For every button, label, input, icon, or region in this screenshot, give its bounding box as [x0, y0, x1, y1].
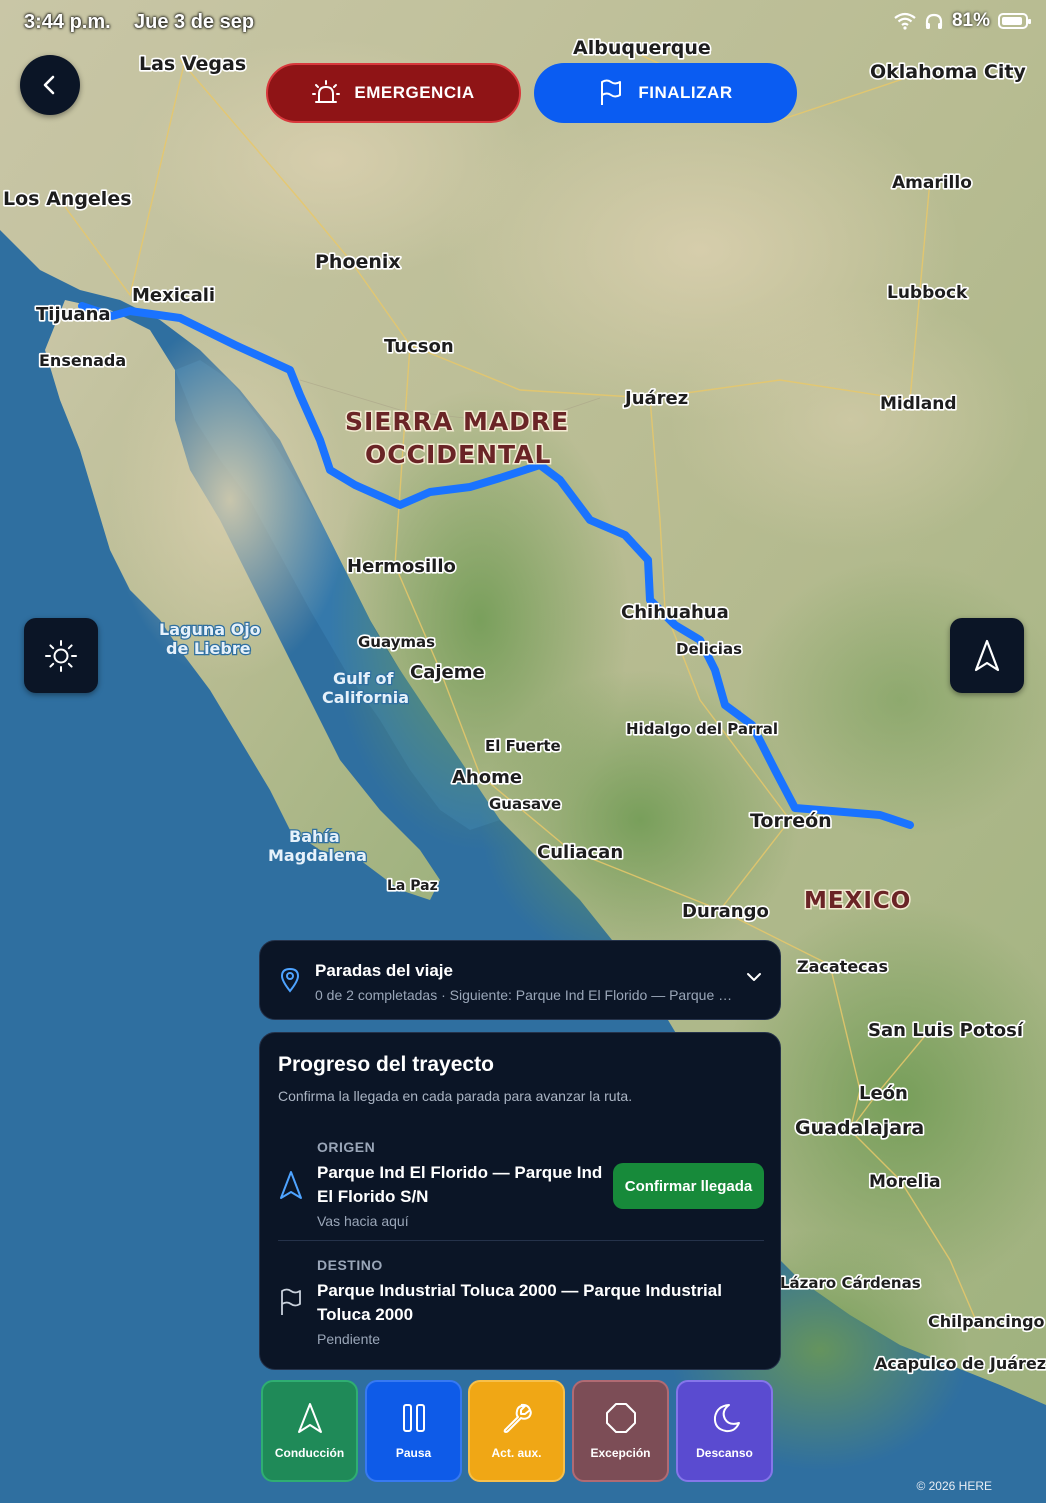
- duty-actions-bar: Conducción Pausa Act. aux. Excepción Des…: [261, 1380, 773, 1482]
- origin-state: Vas hacia aquí: [317, 1213, 409, 1229]
- battery-percent: 81%: [951, 10, 990, 31]
- destination-name: Parque Industrial Toluca 2000 — Parque I…: [317, 1281, 722, 1324]
- label-lubbock: Lubbock: [887, 283, 968, 303]
- label-san-luis-potosi: San Luis Potosí: [868, 1020, 1024, 1041]
- status-right: 81%: [894, 10, 1031, 32]
- confirm-arrival-button[interactable]: Confirmar llegada: [613, 1163, 764, 1209]
- origin-kind: ORIGEN: [317, 1139, 376, 1155]
- label-phoenix: Phoenix: [315, 251, 401, 273]
- chevron-down-icon[interactable]: [746, 971, 762, 983]
- label-occidental: OCCIDENTAL: [365, 440, 551, 469]
- wrench-icon: [503, 1403, 532, 1433]
- back-button[interactable]: [20, 55, 80, 115]
- status-time: 3:44 p.m.: [24, 11, 111, 33]
- recenter-button[interactable]: [950, 618, 1024, 693]
- stops-title: Paradas del viaje: [315, 961, 453, 980]
- finish-label: FINALIZAR: [638, 83, 733, 102]
- destination-state: Pendiente: [317, 1331, 381, 1347]
- moon-icon: [713, 1404, 740, 1433]
- navigation-arrow-icon: [974, 639, 1000, 671]
- aux-activity-button[interactable]: Act. aux.: [468, 1380, 565, 1482]
- label-de-liebre: de Liebre: [166, 639, 251, 658]
- rest-button[interactable]: Descanso: [676, 1380, 773, 1482]
- battery-icon: [998, 13, 1031, 29]
- label-oklahoma-city: Oklahoma City: [870, 61, 1026, 83]
- origin-stop: ORIGEN Parque Ind El Florido — Parque In…: [278, 1137, 764, 1237]
- progress-subtitle: Confirma la llegada en cada parada para …: [278, 1088, 633, 1104]
- label-midland: Midland: [880, 394, 956, 414]
- label-cajeme: Cajeme: [410, 662, 485, 683]
- label-culiacan: Culiacan: [537, 842, 623, 863]
- map-copyright: © 2026 HERE: [916, 1479, 992, 1493]
- wifi-icon: [894, 12, 916, 30]
- label-sierra-madre: SIERRA MADRE: [345, 407, 569, 436]
- label-bahia: Bahía: [289, 827, 340, 846]
- label-guadalajara: Guadalajara: [795, 1117, 924, 1139]
- flag-icon: [281, 1288, 301, 1315]
- stops-subtitle: 0 de 2 completadas · Siguiente: Parque I…: [315, 987, 735, 1003]
- label-ensenada: Ensenada: [39, 351, 126, 370]
- sun-icon: [45, 639, 77, 672]
- destination-kind: DESTINO: [317, 1257, 383, 1273]
- label-las-vegas: Las Vegas: [139, 53, 246, 75]
- pause-button[interactable]: Pausa: [365, 1380, 462, 1482]
- label-hermosillo: Hermosillo: [347, 556, 456, 577]
- label-durango: Durango: [682, 901, 769, 922]
- label-la-paz: La Paz: [387, 878, 438, 894]
- driving-label: Conducción: [274, 1446, 345, 1460]
- octagon-icon: [605, 1403, 636, 1433]
- divider: [278, 1240, 764, 1241]
- label-torreon: Torreón: [750, 810, 832, 832]
- finish-button[interactable]: FINALIZAR: [534, 63, 797, 123]
- flag-icon: [601, 79, 622, 105]
- label-chihuahua: Chihuahua: [621, 602, 729, 623]
- navigation-arrow-icon: [297, 1403, 322, 1433]
- label-ahome: Ahome: [452, 767, 522, 788]
- label-mexico: MEXICO: [804, 888, 911, 914]
- headphones-icon: [925, 13, 943, 29]
- label-delicias: Delicias: [676, 640, 742, 658]
- status-bar: 3:44 p.m. Jue 3 de sep 81%: [0, 0, 1046, 44]
- aux-activity-label: Act. aux.: [491, 1446, 542, 1460]
- location-pin-icon: [280, 967, 300, 993]
- destination-stop: DESTINO Parque Industrial Toluca 2000 — …: [278, 1255, 764, 1365]
- theme-toggle-button[interactable]: [24, 618, 98, 693]
- label-morelia: Morelia: [869, 1172, 941, 1192]
- label-amarillo: Amarillo: [892, 173, 972, 193]
- origin-name: Parque Ind El Florido — Parque Ind El Fl…: [317, 1163, 603, 1206]
- rest-label: Descanso: [696, 1446, 753, 1460]
- label-chilpancingo: Chilpancingo: [928, 1312, 1045, 1331]
- label-los-angeles: Los Angeles: [3, 188, 132, 210]
- label-zacatecas: Zacatecas: [797, 957, 888, 976]
- label-tucson: Tucson: [384, 336, 454, 357]
- exception-label: Excepción: [590, 1446, 651, 1460]
- siren-icon: [312, 80, 341, 103]
- pause-label: Pausa: [395, 1446, 432, 1460]
- label-lazaro-cardenas: Lázaro Cárdenas: [780, 1274, 921, 1292]
- label-guasave: Guasave: [489, 795, 561, 813]
- navigation-arrow-icon: [280, 1171, 302, 1199]
- label-juarez: Juárez: [623, 388, 688, 409]
- label-magdalena: Magdalena: [268, 846, 367, 865]
- label-el-fuerte: El Fuerte: [485, 737, 561, 755]
- trip-stops-panel[interactable]: Paradas del viaje 0 de 2 completadas · S…: [259, 940, 781, 1020]
- label-laguna-ojo: Laguna Ojo: [159, 620, 261, 639]
- exception-button[interactable]: Excepción: [572, 1380, 669, 1482]
- chevron-left-icon: [43, 75, 55, 95]
- label-gulf-of: Gulf of: [333, 669, 395, 688]
- label-leon: León: [859, 1083, 908, 1104]
- label-california: California: [322, 688, 409, 707]
- label-tijuana: Tijuana: [36, 304, 111, 325]
- progress-title: Progreso del trayecto: [278, 1053, 494, 1076]
- emergency-button[interactable]: EMERGENCIA: [266, 63, 521, 123]
- status-date: Jue 3 de sep: [134, 11, 255, 33]
- emergency-label: EMERGENCIA: [354, 83, 475, 102]
- label-acapulco: Acapulco de Juárez: [875, 1354, 1046, 1373]
- label-mexicali: Mexicali: [132, 285, 215, 306]
- label-hidalgo-del-parral: Hidalgo del Parral: [626, 720, 778, 738]
- route-progress-panel: Progreso del trayecto Confirma la llegad…: [259, 1032, 781, 1370]
- pause-icon: [402, 1404, 425, 1432]
- driving-button[interactable]: Conducción: [261, 1380, 358, 1482]
- label-guaymas: Guaymas: [358, 633, 435, 651]
